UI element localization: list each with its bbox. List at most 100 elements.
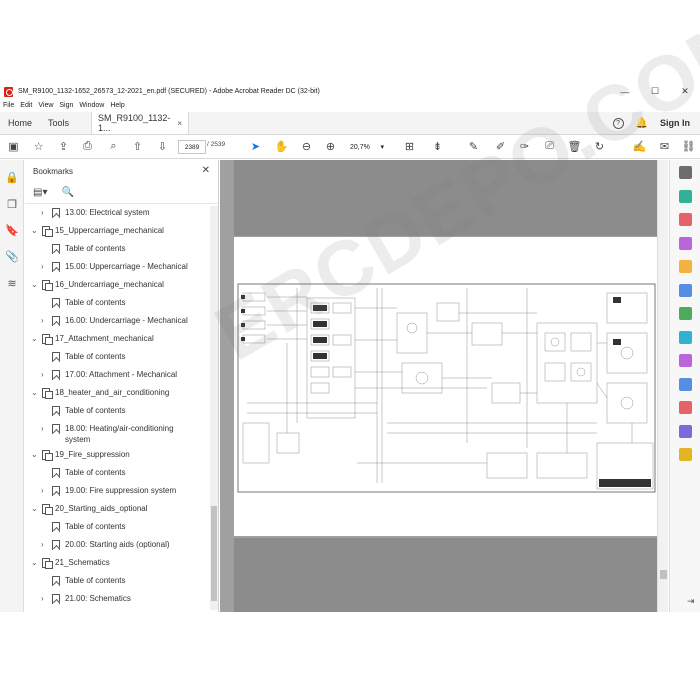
edit-pdf-icon[interactable] <box>679 236 692 250</box>
create-pdf-icon[interactable] <box>679 213 692 226</box>
chevron-down-icon[interactable]: ⌄ <box>31 450 38 460</box>
chevron-right-icon[interactable]: › <box>41 424 44 434</box>
chevron-right-icon[interactable]: › <box>41 540 44 550</box>
share-link-icon[interactable]: ⛓ <box>681 139 696 154</box>
menu-edit[interactable]: Edit <box>20 102 32 109</box>
attachments-icon[interactable]: 📎 <box>5 249 19 263</box>
search-icon[interactable]: ⌕ <box>106 139 121 154</box>
bookmarks-toolbar: ▤▾ 🔍 <box>25 182 218 204</box>
fill-sign-toolbar-icon[interactable]: ✍ <box>632 139 647 154</box>
stamp-icon[interactable]: ⎚ <box>542 139 557 154</box>
bookmarks-scroll-thumb[interactable] <box>211 506 217 601</box>
page-number-input[interactable]: 2389 <box>178 140 206 154</box>
bookmark-label: Table of contents <box>65 522 126 531</box>
comment-icon[interactable] <box>679 260 692 273</box>
menu-help[interactable]: Help <box>110 102 124 109</box>
menu-file[interactable]: File <box>3 102 14 109</box>
save-icon[interactable]: ▣ <box>6 139 21 154</box>
document-scroll-thumb[interactable] <box>660 570 667 579</box>
zoom-in-icon[interactable]: ⊕ <box>323 139 338 154</box>
bookmark-ribbon-icon <box>52 486 60 496</box>
zoom-dropdown[interactable]: 20,7% ▾ <box>347 140 387 154</box>
tab-tools[interactable]: Tools <box>40 112 77 134</box>
close-window-button[interactable]: ✕ <box>670 84 700 99</box>
chevron-right-icon[interactable]: › <box>41 594 44 604</box>
page-thumbnails-icon[interactable]: ❐ <box>5 197 19 211</box>
draw-icon[interactable]: ✑ <box>517 139 532 154</box>
delete-icon[interactable]: 🗑 <box>567 139 582 154</box>
cloud-upload-icon[interactable]: ⇪ <box>56 139 71 154</box>
comment-tool-icon[interactable]: ✎ <box>466 139 481 154</box>
hydraulic-schematic-drawing <box>237 283 656 493</box>
bookmark-star-icon[interactable]: ☆ <box>31 139 46 154</box>
bookmarks-scrollbar[interactable] <box>210 206 218 610</box>
pdf-page[interactable] <box>234 237 657 536</box>
layers-icon[interactable]: ≋ <box>5 276 19 290</box>
document-scrollbar[interactable] <box>657 160 668 612</box>
bookmark-options-icon[interactable]: ▤▾ <box>33 187 47 198</box>
combine-files-icon[interactable] <box>679 283 692 297</box>
highlight-icon[interactable]: ✐ <box>493 139 508 154</box>
bookmark-label: 16.00: Undercarriage - Mechanical <box>65 316 188 325</box>
tab-home[interactable]: Home <box>0 112 40 134</box>
bookmarks-list: › 13.00: Electrical system ⌄ 15_Uppercarria… <box>25 206 211 610</box>
document-view[interactable] <box>220 160 657 612</box>
sign-in-button[interactable]: Sign In <box>660 118 690 128</box>
organize-pages-icon[interactable] <box>679 307 692 320</box>
select-cursor-icon[interactable]: ➤ <box>248 139 263 154</box>
chevron-down-icon[interactable]: ⌄ <box>31 334 38 344</box>
chevron-right-icon[interactable]: › <box>41 486 44 496</box>
chevron-right-icon[interactable]: › <box>41 262 44 272</box>
lock-icon[interactable]: 🔒 <box>5 170 19 184</box>
minimize-button[interactable]: — <box>610 84 640 99</box>
rotate-icon[interactable]: ↻ <box>592 139 607 154</box>
help-icon[interactable]: ? <box>612 117 624 129</box>
chevron-right-icon[interactable]: › <box>41 316 44 326</box>
chevron-down-icon[interactable]: ⌄ <box>31 226 38 236</box>
fit-page-icon[interactable]: ⊞ <box>402 139 417 154</box>
bookmark-ribbon-icon <box>52 540 60 550</box>
close-panel-icon[interactable]: ✕ <box>202 165 210 176</box>
bookmarks-header: Bookmarks ✕ <box>25 160 218 182</box>
right-tools-rail <box>669 160 700 612</box>
tab-document[interactable]: SM_R9100_1132-1... × <box>91 112 190 134</box>
bookmark-label: Table of contents <box>65 468 126 477</box>
print-icon[interactable]: ⎙ <box>80 139 95 154</box>
chevron-right-icon[interactable]: › <box>41 370 44 380</box>
redact-icon[interactable] <box>679 401 692 414</box>
zoom-out-icon[interactable]: ⊖ <box>299 139 314 154</box>
bookmarks-icon[interactable]: 🔖 <box>5 223 19 237</box>
left-navigation-rail: 🔒 ❐ 🔖 📎 ≋ <box>0 160 24 612</box>
export-pdf-icon[interactable] <box>679 189 692 203</box>
tab-document-label: SM_R9100_1132-1... <box>98 113 171 133</box>
chevron-down-icon[interactable]: ⌄ <box>31 504 38 514</box>
menu-window[interactable]: Window <box>79 102 104 109</box>
protect-icon[interactable] <box>679 377 692 391</box>
chevron-down-icon[interactable]: ⌄ <box>31 280 38 290</box>
chevron-down-icon[interactable]: ⌄ <box>31 388 38 398</box>
zoom-tool-icon[interactable] <box>679 166 692 179</box>
bookmark-folder-icon <box>42 504 53 515</box>
menu-view[interactable]: View <box>38 102 53 109</box>
next-page-icon[interactable]: ⇩ <box>155 139 170 154</box>
fill-sign-icon[interactable] <box>679 354 692 367</box>
notifications-bell-icon[interactable]: 🔔 <box>636 118 648 129</box>
tab-close-icon[interactable]: × <box>177 119 182 128</box>
add-bookmark-icon[interactable]: 🔍 <box>61 187 73 198</box>
chevron-down-icon[interactable]: ⌄ <box>31 558 38 568</box>
previous-page-icon[interactable]: ⇧ <box>130 139 145 154</box>
menu-sign[interactable]: Sign <box>59 102 73 109</box>
send-for-signature-icon[interactable] <box>679 424 692 438</box>
scroll-mode-icon[interactable]: ⇟ <box>430 139 445 154</box>
email-icon[interactable]: ✉ <box>657 139 672 154</box>
bookmark-folder-icon <box>42 280 53 291</box>
bookmark-label: 15.00: Uppercarriage - Mechanical <box>65 262 188 271</box>
scan-ocr-icon[interactable] <box>679 330 692 344</box>
expand-tools-icon[interactable]: ⇥ <box>687 596 695 607</box>
more-tools-icon[interactable] <box>679 448 692 461</box>
hand-tool-icon[interactable]: ✋ <box>274 139 289 154</box>
menu-bar: File Edit View Sign Window Help <box>0 99 700 112</box>
maximize-button[interactable]: ☐ <box>640 84 670 99</box>
chevron-right-icon[interactable]: › <box>41 208 44 218</box>
window-title: SM_R9100_1132-1652_26573_12-2021_en.pdf … <box>18 88 320 95</box>
